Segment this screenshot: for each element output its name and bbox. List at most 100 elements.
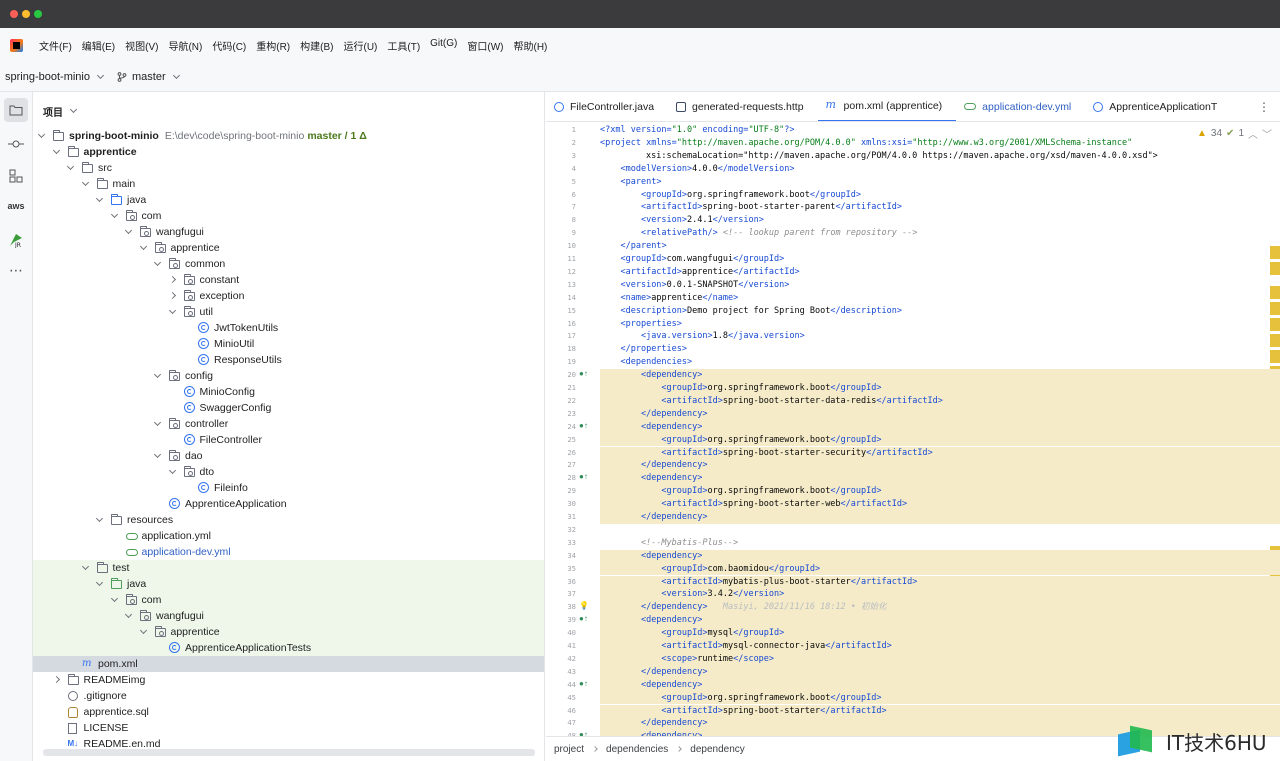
zoom-window-button[interactable]: [34, 10, 42, 18]
tree-node[interactable]: spring-boot-minio E:\dev\code\spring-boot…: [33, 128, 544, 144]
chevron-down-icon[interactable]: [66, 162, 75, 171]
menu-item[interactable]: 视图(V): [125, 38, 158, 53]
editor-tab[interactable]: application-dev.yml: [956, 92, 1085, 121]
tree-node[interactable]: constant: [33, 272, 544, 288]
menu-item[interactable]: 编辑(E): [82, 38, 115, 53]
tree-node[interactable]: java: [33, 192, 544, 208]
chevron-down-icon[interactable]: [124, 610, 133, 619]
tree-node[interactable]: util: [33, 304, 544, 320]
tree-node[interactable]: controller: [33, 416, 544, 432]
breadcrumb-item[interactable]: dependencies: [606, 744, 668, 755]
run-gutter-icon[interactable]: ●↑: [579, 472, 588, 481]
tree-node[interactable]: FileController: [33, 432, 544, 448]
tree-node[interactable]: MinioUtil: [33, 336, 544, 352]
menu-item[interactable]: Git(G): [430, 38, 457, 53]
chevron-down-icon[interactable]: [81, 178, 89, 187]
commit-tool-button[interactable]: [4, 132, 28, 156]
tree-node[interactable]: MinioConfig: [33, 384, 544, 400]
tree-node[interactable]: Fileinfo: [33, 480, 544, 496]
chevron-down-icon[interactable]: [153, 450, 162, 459]
tree-node[interactable]: apprentice: [33, 144, 544, 160]
tree-node[interactable]: main: [33, 176, 544, 192]
editor-tab[interactable]: generated-requests.http: [668, 92, 818, 121]
chevron-down-icon[interactable]: [168, 306, 176, 315]
menu-item[interactable]: 重构(R): [256, 38, 290, 53]
run-gutter-icon[interactable]: ●↑: [579, 369, 588, 378]
breadcrumb-item[interactable]: dependency: [690, 744, 745, 755]
tree-node[interactable]: SwaggerConfig: [33, 400, 544, 416]
menu-item[interactable]: 文件(F): [39, 38, 72, 53]
tree-node[interactable]: ResponseUtils: [33, 352, 544, 368]
menu-item[interactable]: 帮助(H): [513, 38, 547, 53]
chevron-down-icon[interactable]: [153, 258, 162, 267]
chevron-down-icon[interactable]: [153, 418, 162, 427]
chevron-down-icon[interactable]: [37, 130, 46, 139]
run-gutter-icon[interactable]: ●↑: [579, 421, 588, 430]
vcs-branch-selector[interactable]: master: [117, 71, 180, 83]
breadcrumb-item[interactable]: project: [554, 744, 584, 755]
tree-node[interactable]: ApprenticeApplicationTests: [33, 640, 544, 656]
tree-node[interactable]: apprentice.sql: [33, 704, 544, 720]
tree-node[interactable]: com: [33, 592, 544, 608]
chevron-down-icon[interactable]: [81, 562, 89, 571]
chevron-down-icon[interactable]: [153, 370, 162, 379]
close-window-button[interactable]: [10, 10, 18, 18]
tree-node[interactable]: java: [33, 576, 544, 592]
tree-node[interactable]: apprentice: [33, 624, 544, 640]
editor-tab[interactable]: m pom.xml (apprentice): [817, 92, 957, 121]
code-editor[interactable]: ▲ 34 ✔ 1 ︿ ﹀ 1 <?xml version="1.0" encodi…: [546, 122, 1280, 736]
horizontal-scrollbar[interactable]: [43, 749, 535, 756]
chevron-down-icon[interactable]: [139, 242, 147, 251]
more-vertical-icon[interactable]: ⋮: [1258, 100, 1270, 114]
tree-node[interactable]: config: [33, 368, 544, 384]
chevron-down-icon[interactable]: [95, 514, 104, 523]
tree-node[interactable]: test: [33, 560, 544, 576]
tree-node[interactable]: .gitignore: [33, 688, 544, 704]
tree-node[interactable]: common: [33, 256, 544, 272]
project-selector[interactable]: spring-boot-minio: [5, 71, 105, 83]
tree-node[interactable]: READMEimg: [33, 672, 544, 688]
run-gutter-icon[interactable]: ●↑: [579, 679, 588, 688]
project-panel-header[interactable]: 项目: [33, 92, 544, 130]
menu-item[interactable]: 代码(C): [212, 38, 246, 53]
chevron-down-icon[interactable]: [168, 466, 176, 475]
chevron-down-icon[interactable]: [52, 146, 60, 155]
tree-node[interactable]: exception: [33, 288, 544, 304]
menu-item[interactable]: 工具(T): [387, 38, 420, 53]
chevron-down-icon[interactable]: [95, 578, 104, 587]
menu-item[interactable]: 运行(U): [343, 38, 377, 53]
intention-bulb-icon[interactable]: 💡: [579, 601, 589, 610]
tree-node[interactable]: wangfugui: [33, 224, 544, 240]
tree-node[interactable]: wangfugui: [33, 608, 544, 624]
aws-toolkit-button[interactable]: aws: [4, 194, 28, 218]
menu-item[interactable]: 窗口(W): [467, 38, 503, 53]
structure-tool-button[interactable]: [4, 164, 28, 188]
tree-node[interactable]: application-dev.yml: [33, 544, 544, 560]
chevron-down-icon[interactable]: [110, 210, 118, 219]
chevron-down-icon[interactable]: [110, 594, 118, 603]
tree-node[interactable]: m pom.xml: [33, 656, 544, 672]
tree-node[interactable]: resources: [33, 512, 544, 528]
tree-node[interactable]: dao: [33, 448, 544, 464]
chevron-right-icon[interactable]: [168, 275, 176, 284]
chevron-down-icon[interactable]: [95, 194, 104, 203]
more-tools-button[interactable]: ⋯: [4, 258, 28, 282]
jrebel-tool-button[interactable]: JR: [4, 228, 28, 252]
menu-item[interactable]: 构建(B): [300, 38, 333, 53]
tree-node[interactable]: src: [33, 160, 544, 176]
minimize-window-button[interactable]: [22, 10, 30, 18]
editor-tab[interactable]: FileController.java: [546, 92, 668, 121]
menu-item[interactable]: 导航(N): [168, 38, 202, 53]
tree-node[interactable]: LICENSE: [33, 720, 544, 736]
tree-node[interactable]: ApprenticeApplication: [33, 496, 544, 512]
tree-node[interactable]: apprentice: [33, 240, 544, 256]
chevron-right-icon[interactable]: [52, 675, 60, 684]
chevron-down-icon[interactable]: [139, 626, 147, 635]
intellij-logo-icon[interactable]: [10, 38, 23, 52]
run-gutter-icon[interactable]: ●↑: [579, 614, 588, 623]
tree-node[interactable]: dto: [33, 464, 544, 480]
tree-node[interactable]: com: [33, 208, 544, 224]
tree-node[interactable]: JwtTokenUtils: [33, 320, 544, 336]
editor-tab[interactable]: ApprenticeApplicationT: [1085, 92, 1231, 121]
chevron-down-icon[interactable]: [124, 226, 133, 235]
